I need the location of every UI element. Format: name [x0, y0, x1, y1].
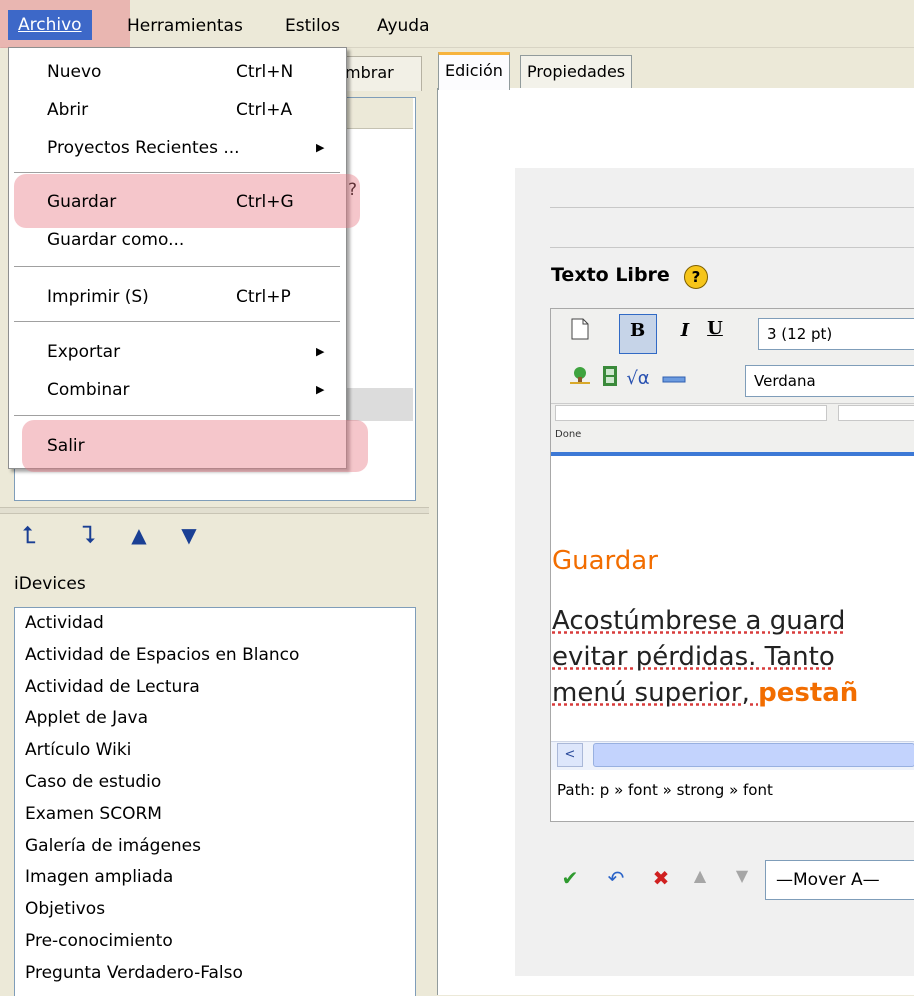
move-to-select[interactable]: —Mover A— [765, 860, 914, 900]
menu-ayuda[interactable]: Ayuda [377, 15, 430, 37]
menu-item-label: Guardar como... [47, 230, 185, 250]
idevice-item[interactable]: Imagen ampliada [15, 862, 415, 894]
outline-tab-label: mbrar [345, 63, 394, 82]
idevice-item[interactable]: Pregunta Verdadero-Falso [15, 958, 415, 990]
status-field [838, 405, 914, 421]
menu-item-abrir[interactable]: Abrir [47, 100, 88, 120]
idevice-item[interactable]: Galería de imágenes [15, 831, 415, 863]
shortcut-imprimir: Ctrl+P [236, 287, 291, 307]
idevice-item[interactable]: Applet de Java [15, 703, 415, 735]
menu-herramientas[interactable]: Herramientas [127, 15, 243, 37]
menu-item-salir[interactable]: Salir [47, 436, 85, 456]
menu-herramientas-label: Herramientas [127, 16, 243, 36]
menu-item-proyectos-recientes[interactable]: Proyectos Recientes ... [47, 138, 240, 158]
idevice-item[interactable]: Actividad de Espacios en Blanco [15, 640, 415, 672]
move-down-icon[interactable]: ▼ [174, 520, 204, 550]
menu-estilos[interactable]: Estilos [285, 15, 340, 37]
image-icon[interactable] [566, 365, 594, 393]
content-text: evitar pérdidas. Tanto [552, 642, 835, 672]
menu-item-label: Abrir [47, 100, 89, 120]
move-up-icon[interactable]: ▲ [687, 866, 713, 885]
idevice-item[interactable]: Actividad [15, 608, 415, 640]
idevice-item[interactable]: Actividad de Lectura [15, 672, 415, 704]
shortcut-guardar: Ctrl+G [236, 192, 294, 212]
tab-propiedades[interactable]: Propiedades [520, 55, 633, 88]
menu-item-combinar[interactable]: Combinar [47, 380, 130, 400]
idevice-item[interactable]: Objetivos [15, 894, 415, 926]
menu-separator [14, 321, 340, 322]
shortcut-abrir: Ctrl+A [236, 100, 293, 120]
menu-archivo[interactable]: Archivo [8, 10, 92, 40]
horizontal-rule-icon[interactable] [660, 365, 688, 393]
bold-button[interactable]: B [619, 314, 657, 354]
divider [550, 207, 914, 208]
idevices-label: iDevices [14, 574, 86, 594]
menu-ayuda-label: Ayuda [377, 16, 430, 36]
submenu-arrow-icon: ▶ [316, 141, 325, 154]
media-icon[interactable] [596, 365, 624, 393]
math-icon[interactable]: √α [624, 365, 652, 393]
menu-item-guardar[interactable]: Guardar [47, 192, 116, 212]
menu-archivo-label: Archivo [18, 15, 82, 35]
menu-item-label: Combinar [47, 380, 130, 400]
content-text-bold: pestañ [758, 678, 859, 708]
status-field [555, 405, 827, 421]
menu-item-guardar-como[interactable]: Guardar como... [47, 230, 184, 250]
undo-icon[interactable]: ↶ [603, 866, 629, 890]
content-text: menú superior, [552, 678, 759, 708]
idevices-list: Actividad Actividad de Espacios en Blanc… [14, 607, 416, 996]
promote-node-icon[interactable]: ⮤ [14, 520, 44, 550]
font-family-select[interactable]: Verdana [745, 365, 914, 397]
italic-button[interactable]: I [671, 317, 699, 345]
menu-estilos-label: Estilos [285, 16, 340, 36]
idevice-item[interactable]: Pre-conocimiento [15, 926, 415, 958]
bold-icon: B [630, 320, 646, 341]
shortcut-nuevo: Ctrl+N [236, 62, 294, 82]
demote-node-icon[interactable]: ⮧ [74, 520, 104, 550]
progress-line [551, 452, 914, 456]
idevice-item[interactable]: Caso de estudio [15, 767, 415, 799]
status-done-label: Done [555, 429, 582, 440]
submenu-arrow-icon: ▶ [316, 383, 325, 396]
content-text: Acostúmbrese a guard [552, 606, 846, 636]
content-text-line[interactable]: Acostúmbrese a guard [552, 606, 845, 636]
menu-separator [14, 172, 340, 173]
help-icon[interactable]: ? [684, 265, 708, 289]
content-heading[interactable]: Guardar [552, 546, 658, 576]
new-document-icon[interactable] [566, 318, 594, 346]
divider [550, 247, 914, 248]
block-title: Texto Libre [551, 264, 670, 286]
splitter[interactable] [0, 507, 429, 514]
menu-separator [14, 266, 340, 267]
menu-item-label: Guardar [47, 192, 117, 212]
idevice-item[interactable]: Artículo Wiki [15, 735, 415, 767]
font-size-select[interactable]: 3 (12 pt) [758, 318, 914, 350]
scroll-thumb[interactable] [593, 743, 914, 767]
tab-edicion[interactable]: Edición [438, 52, 510, 90]
content-text-line[interactable]: evitar pérdidas. Tanto [552, 642, 835, 672]
menu-item-nuevo[interactable]: Nuevo [47, 62, 101, 82]
menu-separator [14, 415, 340, 416]
menu-item-label: Salir [47, 436, 85, 456]
underline-button[interactable]: U [701, 315, 729, 343]
menu-item-imprimir[interactable]: Imprimir (S) [47, 287, 149, 307]
menu-item-label: Imprimir (S) [47, 287, 149, 307]
menu-item-label: Exportar [47, 342, 121, 362]
confirm-icon[interactable]: ✔ [557, 866, 583, 890]
move-up-icon[interactable]: ▲ [124, 520, 154, 550]
content-text-line[interactable]: menú superior, pestañ [552, 678, 858, 708]
menu-item-label: Nuevo [47, 62, 102, 82]
delete-icon[interactable]: ✖ [648, 866, 674, 890]
menu-item-exportar[interactable]: Exportar [47, 342, 120, 362]
element-path: Path: p » font » strong » font [557, 781, 773, 799]
menu-bar: Archivo Herramientas Estilos Ayuda [0, 0, 914, 60]
submenu-arrow-icon: ▶ [316, 345, 325, 358]
move-down-icon[interactable]: ▼ [729, 866, 755, 885]
menu-item-label: Proyectos Recientes ... [47, 138, 240, 158]
idevice-item[interactable]: Examen SCORM [15, 799, 415, 831]
scroll-left-button[interactable]: < [557, 743, 583, 767]
